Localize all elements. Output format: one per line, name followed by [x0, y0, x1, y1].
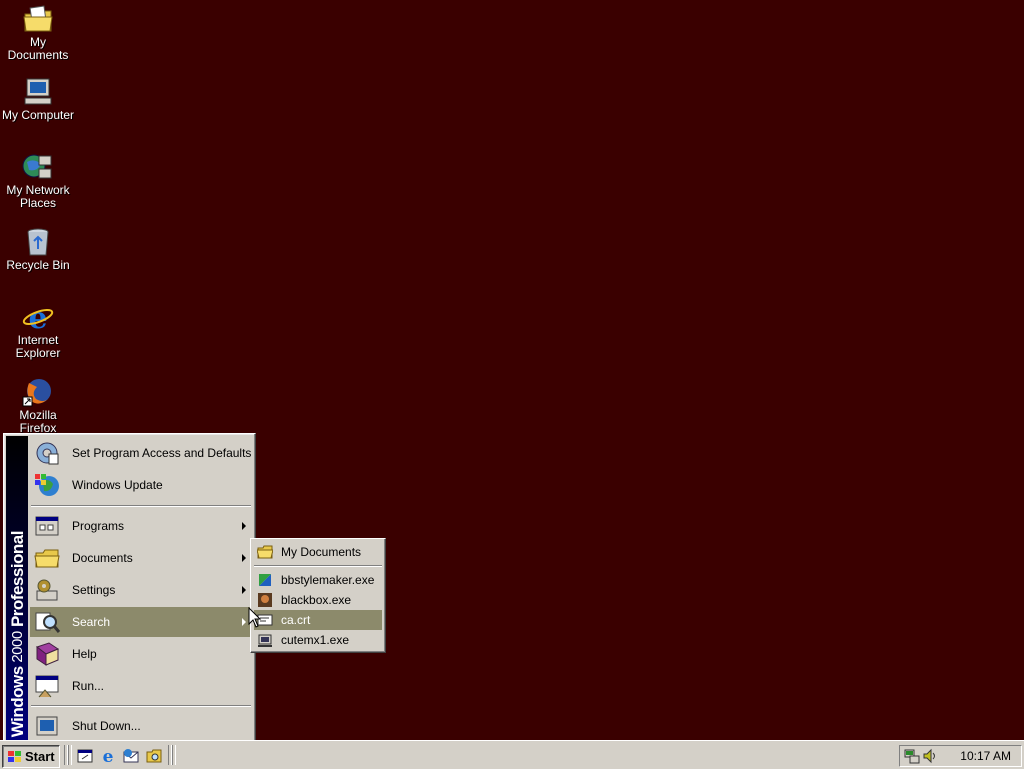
- internet-explorer-icon[interactable]: e: [99, 747, 117, 765]
- recycle-bin-icon: [27, 228, 49, 256]
- documents-folder-icon: [34, 549, 60, 568]
- program-access-icon: [36, 442, 59, 465]
- menu-item-settings[interactable]: Settings: [30, 575, 252, 605]
- firefox-icon: [22, 379, 51, 407]
- my-computer-icon: [24, 78, 52, 105]
- menu-item-search[interactable]: Search: [30, 607, 252, 637]
- programs-icon: [35, 516, 59, 536]
- desktop-icon-label: My Computer: [1, 108, 75, 122]
- system-tray: 10:17 AM: [899, 745, 1022, 767]
- windows-logo-icon: [8, 750, 21, 762]
- menu-item-label: Set Program Access and Defaults: [72, 446, 252, 460]
- help-book-icon: [35, 642, 60, 666]
- desktop-icon-my-computer[interactable]: My Computer: [0, 77, 76, 122]
- documents-submenu: My Documents bbstylemaker.exe blackbox.e…: [250, 538, 386, 653]
- menu-item-windows-update[interactable]: Windows Update: [30, 470, 252, 500]
- desktop-icon-recycle-bin[interactable]: Recycle Bin: [0, 227, 76, 272]
- blackbox-icon: [258, 593, 272, 607]
- settings-icon: [36, 579, 58, 601]
- svg-text:e: e: [28, 302, 47, 332]
- desktop-icon-label: Mozilla Firefox: [19, 408, 57, 435]
- shutdown-icon: [36, 716, 58, 736]
- submenu-item-label: My Documents: [281, 545, 362, 559]
- menu-item-set-program-access[interactable]: Set Program Access and Defaults: [30, 438, 252, 468]
- start-menu-banner: Windows 2000 Professional: [6, 436, 28, 741]
- volume-tray-icon[interactable]: [922, 748, 938, 764]
- desktop-icon-label: My Network Places: [6, 183, 70, 210]
- show-desktop-icon[interactable]: [76, 747, 94, 765]
- menu-item-label: Documents: [72, 551, 133, 565]
- desktop-icon-label: My Documents: [7, 35, 69, 62]
- menu-item-label: Search: [72, 615, 111, 629]
- start-menu: Windows 2000 Professional Set Program Ac…: [3, 433, 256, 744]
- desktop-icon-network-places[interactable]: My Network Places: [0, 152, 76, 210]
- menu-item-label: Shut Down...: [72, 719, 141, 733]
- desktop-icon-my-documents[interactable]: My Documents: [0, 4, 76, 62]
- menu-item-label: Run...: [72, 679, 105, 693]
- banner-text: Windows 2000 Professional: [8, 530, 27, 737]
- submenu-item-label: blackbox.exe: [281, 593, 352, 607]
- submenu-item-label: cutemx1.exe: [281, 633, 350, 647]
- windows-update-icon: [35, 474, 59, 496]
- menu-item-programs[interactable]: Programs: [30, 511, 252, 541]
- internet-explorer-icon: e: [22, 302, 54, 332]
- folder-icon: [257, 545, 273, 559]
- submenu-item-label: bbstylemaker.exe: [281, 573, 375, 587]
- start-button[interactable]: Start: [2, 745, 60, 768]
- start-button-label: Start: [25, 749, 55, 764]
- explorer-icon[interactable]: [145, 747, 163, 765]
- menu-item-label: Help: [72, 647, 97, 661]
- bbstylemaker-icon: [259, 574, 271, 586]
- menu-item-shut-down[interactable]: Shut Down...: [30, 711, 252, 741]
- menu-item-run[interactable]: Run...: [30, 671, 252, 701]
- search-icon: [35, 612, 61, 633]
- run-icon: [35, 675, 59, 698]
- outlook-express-icon[interactable]: [122, 747, 140, 765]
- submenu-arrow-icon: [242, 586, 246, 594]
- menu-separator: [31, 505, 251, 507]
- menu-item-help[interactable]: Help: [30, 639, 252, 669]
- submenu-item-ca-crt[interactable]: ca.crt: [254, 610, 382, 630]
- clock[interactable]: 10:17 AM: [960, 749, 1011, 763]
- my-documents-icon: [23, 5, 53, 32]
- taskbar-divider: [68, 745, 72, 765]
- network-places-icon: [22, 154, 52, 179]
- menu-item-label: Windows Update: [72, 478, 163, 492]
- submenu-item-label: ca.crt: [281, 613, 311, 627]
- desktop-icon-label: Recycle Bin: [6, 258, 70, 272]
- menu-item-documents[interactable]: Documents: [30, 543, 252, 573]
- submenu-arrow-icon: [242, 522, 246, 530]
- svg-text:e: e: [103, 747, 114, 765]
- network-tray-icon[interactable]: [904, 748, 920, 764]
- desktop-icon-firefox[interactable]: Mozilla Firefox: [0, 377, 76, 435]
- submenu-item-my-documents[interactable]: My Documents: [254, 542, 382, 562]
- mouse-cursor-icon: [248, 607, 262, 628]
- desktop-icon-label: Internet Explorer: [15, 333, 61, 360]
- taskbar: Start e 10:17 AM: [0, 740, 1024, 769]
- submenu-item-blackbox[interactable]: blackbox.exe: [254, 590, 382, 610]
- submenu-arrow-icon: [242, 618, 246, 626]
- submenu-arrow-icon: [242, 554, 246, 562]
- submenu-item-bbstylemaker[interactable]: bbstylemaker.exe: [254, 570, 382, 590]
- submenu-item-cutemx[interactable]: cutemx1.exe: [254, 630, 382, 650]
- desktop-icon-internet-explorer[interactable]: e Internet Explorer: [0, 302, 76, 360]
- submenu-separator: [254, 565, 382, 567]
- menu-item-label: Settings: [72, 583, 116, 597]
- taskbar-divider: [172, 745, 176, 765]
- cutemx-icon: [258, 634, 272, 647]
- menu-separator: [31, 705, 251, 707]
- menu-item-label: Programs: [72, 519, 125, 533]
